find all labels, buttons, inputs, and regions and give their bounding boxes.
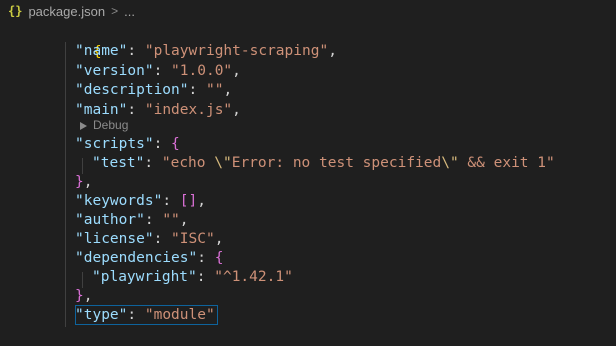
breadcrumb-filename[interactable]: package.json	[28, 4, 105, 19]
comma: ,	[179, 212, 189, 228]
json-string: && exit 1"	[458, 155, 555, 171]
colon: :	[153, 63, 172, 79]
code-line-description: "description": "",	[75, 80, 232, 100]
code-line-author: "author": "",	[75, 210, 189, 230]
code-line: }	[58, 324, 102, 344]
json-string: "^1.42.1"	[214, 269, 293, 285]
json-key: "keywords"	[75, 193, 163, 209]
colon: :	[144, 212, 163, 228]
json-file-icon: {}	[8, 4, 23, 18]
json-string: ""	[162, 212, 180, 228]
debug-codelens[interactable]: Debug	[80, 117, 128, 133]
code-line-version: "version": "1.0.0",	[75, 61, 241, 81]
colon: :	[127, 307, 145, 323]
close-brace: }	[75, 288, 84, 304]
json-string: "1.0.0"	[171, 63, 233, 79]
escape-sequence: \"	[441, 155, 459, 171]
breadcrumb: {} package.json > ...	[8, 0, 135, 22]
json-key: "scripts"	[75, 136, 154, 152]
code-line-keywords: "keywords": [],	[75, 191, 206, 211]
code-line-dependencies-close: },	[75, 286, 92, 306]
colon: :	[153, 231, 172, 247]
colon: :	[127, 43, 145, 59]
colon: :	[162, 193, 180, 209]
colon: :	[188, 82, 206, 98]
close-brace: }	[75, 174, 84, 190]
comma: ,	[328, 43, 337, 59]
comma: ,	[232, 63, 241, 79]
indent-guide	[65, 42, 66, 327]
code-line-name: "name": "playwright-scraping",	[75, 41, 337, 61]
json-string: "index.js"	[144, 102, 233, 118]
json-string: "echo	[161, 155, 215, 171]
json-key: "description"	[75, 82, 189, 98]
open-brace: {	[214, 250, 224, 266]
colon: :	[127, 102, 145, 118]
comma: ,	[232, 102, 241, 118]
colon: :	[196, 269, 215, 285]
code-line-scripts-close: },	[75, 172, 92, 192]
comma: ,	[214, 231, 224, 247]
debug-codelens-label: Debug	[93, 118, 129, 132]
code-line-test: "test": "echo \"Error: no test specified…	[92, 153, 555, 173]
comma: ,	[83, 174, 93, 190]
json-key: "license"	[75, 231, 154, 247]
escape-sequence: \"	[214, 155, 232, 171]
json-key: "dependencies"	[75, 250, 198, 266]
json-key: "main"	[75, 102, 128, 118]
chevron-right-icon: >	[111, 4, 119, 18]
comma: ,	[223, 82, 233, 98]
code-editor[interactable]: { "name": "playwright-scraping", "versio…	[0, 22, 616, 346]
json-key: "author"	[75, 212, 145, 228]
colon: :	[197, 250, 215, 266]
code-line-scripts: "scripts": {	[75, 134, 180, 154]
json-key: "version"	[75, 63, 154, 79]
comma: ,	[197, 193, 206, 209]
json-key: "name"	[75, 43, 128, 59]
json-string: "module"	[144, 307, 215, 323]
play-icon	[80, 122, 87, 130]
json-key: "test"	[92, 155, 145, 171]
code-line: {	[58, 22, 102, 60]
open-brace: {	[171, 136, 180, 152]
json-string: "playwright-scraping"	[144, 43, 329, 59]
code-line-type: "type": "module"	[75, 305, 215, 325]
json-key: "playwright"	[92, 269, 197, 285]
json-string: "ISC"	[171, 231, 215, 247]
colon: :	[144, 155, 162, 171]
comma: ,	[83, 288, 93, 304]
json-key: "type"	[75, 307, 128, 323]
json-array: []	[179, 193, 198, 209]
json-string: ""	[205, 82, 224, 98]
code-line-license: "license": "ISC",	[75, 229, 223, 249]
colon: :	[153, 136, 172, 152]
code-line-playwright: "playwright": "^1.42.1"	[92, 267, 293, 287]
json-string: Error: no test specified	[231, 155, 442, 171]
code-line-dependencies: "dependencies": {	[75, 248, 223, 268]
breadcrumb-more[interactable]: ...	[124, 4, 135, 19]
